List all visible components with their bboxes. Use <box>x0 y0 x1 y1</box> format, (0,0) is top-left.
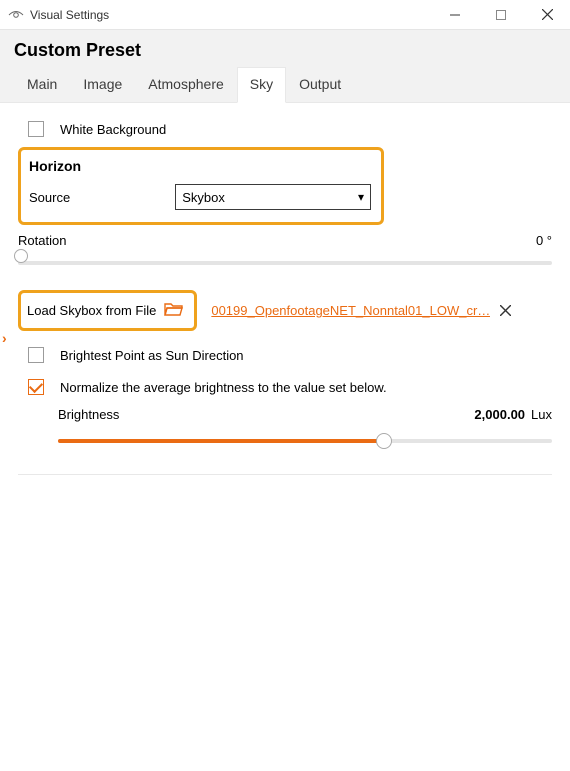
tab-atmosphere[interactable]: Atmosphere <box>135 67 236 103</box>
white-background-label: White Background <box>60 122 166 137</box>
source-label: Source <box>29 190 175 205</box>
tab-output[interactable]: Output <box>286 67 354 103</box>
brightest-point-label: Brightest Point as Sun Direction <box>60 348 244 363</box>
brightness-unit: Lux <box>531 407 552 422</box>
brightest-point-row: Brightest Point as Sun Direction <box>18 347 552 363</box>
window-title: Visual Settings <box>30 8 432 22</box>
white-background-row: White Background <box>18 121 552 137</box>
load-skybox-label: Load Skybox from File <box>27 303 156 318</box>
tabs: Main Image Atmosphere Sky Output <box>14 67 556 103</box>
horizon-title: Horizon <box>29 158 371 174</box>
normalize-row: Normalize the average brightness to the … <box>18 379 552 395</box>
maximize-button[interactable] <box>478 0 524 29</box>
source-value: Skybox <box>182 190 225 205</box>
rotation-thumb[interactable] <box>14 249 28 263</box>
window-controls <box>432 0 570 29</box>
skybox-file-link[interactable]: 00199_OpenfootageNET_Nonntal01_LOW_cr… <box>211 303 490 318</box>
brightness-thumb[interactable] <box>376 433 392 449</box>
rotation-slider[interactable] <box>18 254 552 272</box>
horizon-section: Horizon Source Skybox ▾ <box>18 147 384 225</box>
load-skybox-row: Load Skybox from File 00199_OpenfootageN… <box>18 290 552 331</box>
sky-panel: › White Background Horizon Source Skybox… <box>0 103 570 475</box>
remove-file-button[interactable] <box>500 303 511 319</box>
rotation-value: 0 ° <box>536 233 552 248</box>
folder-open-icon <box>164 301 184 320</box>
brightness-value: 2,000.00 <box>474 407 525 422</box>
brightest-point-checkbox[interactable] <box>28 347 44 363</box>
minimize-button[interactable] <box>432 0 478 29</box>
close-button[interactable] <box>524 0 570 29</box>
eye-icon <box>8 10 24 20</box>
brightness-block: Brightness 2,000.00 Lux <box>18 407 552 450</box>
load-skybox-button[interactable]: Load Skybox from File <box>18 290 197 331</box>
white-background-checkbox[interactable] <box>28 121 44 137</box>
tab-sky[interactable]: Sky <box>237 67 286 103</box>
rotation-text: Rotation <box>18 233 526 248</box>
tab-image[interactable]: Image <box>70 67 135 103</box>
normalize-label: Normalize the average brightness to the … <box>60 380 387 395</box>
brightness-label: Brightness <box>58 407 474 422</box>
chevron-down-icon: ▾ <box>358 190 364 204</box>
tab-main[interactable]: Main <box>14 67 70 103</box>
normalize-checkbox[interactable] <box>28 379 44 395</box>
rotation-track <box>18 261 552 265</box>
brightness-fill <box>58 439 384 443</box>
source-select[interactable]: Skybox ▾ <box>175 184 371 210</box>
header: Custom Preset Main Image Atmosphere Sky … <box>0 30 570 103</box>
expand-chevron-icon[interactable]: › <box>0 326 9 350</box>
brightness-slider[interactable] <box>58 432 552 450</box>
divider <box>18 474 552 475</box>
rotation-label: Rotation 0 ° <box>18 233 552 248</box>
preset-title: Custom Preset <box>14 40 556 61</box>
source-row: Source Skybox ▾ <box>29 184 371 210</box>
titlebar: Visual Settings <box>0 0 570 30</box>
